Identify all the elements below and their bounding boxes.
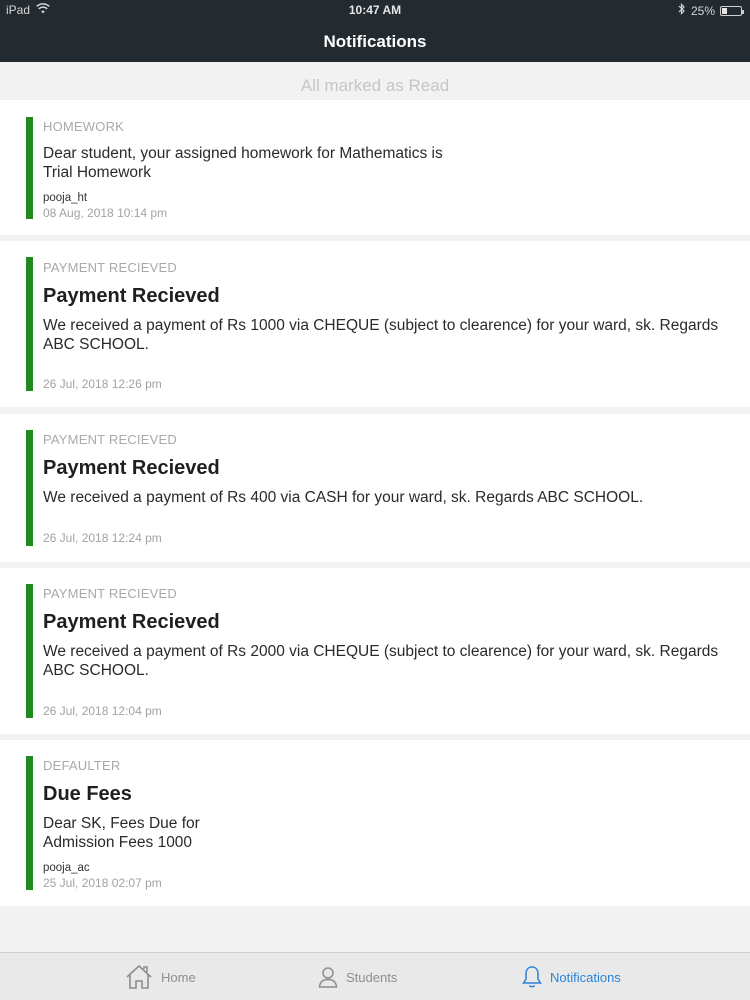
status-right: 25% xyxy=(678,3,744,18)
battery-percent: 25% xyxy=(690,3,715,18)
notification-title: Payment Recieved xyxy=(43,285,220,307)
notification-date: 26 Jul, 2018 12:24 pm xyxy=(43,531,162,545)
status-indicator-bar xyxy=(26,117,33,219)
battery-icon xyxy=(720,5,744,16)
body-line: We received a payment of Rs 2000 via CHE… xyxy=(43,643,719,660)
home-icon xyxy=(125,964,153,990)
notification-category: PAYMENT RECIEVED xyxy=(43,432,177,447)
bluetooth-icon xyxy=(678,3,686,18)
tab-label: Notifications xyxy=(550,969,621,985)
notification-category: HOMEWORK xyxy=(43,119,125,134)
battery-fill xyxy=(722,7,727,14)
body-line: Trial Homework xyxy=(43,163,151,181)
notification-date: 25 Jul, 2018 02:07 pm xyxy=(43,876,162,890)
bell-icon xyxy=(522,965,542,989)
body-line: ABC SCHOOL. xyxy=(43,661,149,679)
notification-user: pooja_ac xyxy=(43,862,90,874)
body-line: Dear student, your assigned homework for… xyxy=(43,145,443,162)
notification-card[interactable]: DEFAULTER Due Fees Dear SK, Fees Due for… xyxy=(0,740,750,906)
notification-title: Due Fees xyxy=(43,783,132,805)
notification-category: DEFAULTER xyxy=(43,758,121,773)
body-line: Dear SK, Fees Due for xyxy=(43,815,200,832)
tab-bar: Home Students Notifications xyxy=(0,952,750,1000)
notification-body: We received a payment of Rs 2000 via CHE… xyxy=(43,643,732,680)
marked-as-read-text[interactable]: All marked as Read xyxy=(0,76,750,96)
notification-title: Payment Recieved xyxy=(43,611,220,633)
body-line: ABC SCHOOL. xyxy=(43,335,149,353)
status-time: 10:47 AM xyxy=(348,3,402,17)
notification-date: 26 Jul, 2018 12:04 pm xyxy=(43,704,162,718)
status-bar: iPad 10:47 AM 25% xyxy=(0,0,750,20)
tab-home[interactable]: Home xyxy=(125,953,196,1000)
notification-title: Payment Recieved xyxy=(43,457,220,479)
notification-card[interactable]: PAYMENT RECIEVED Payment Recieved We rec… xyxy=(0,414,750,562)
status-indicator-bar xyxy=(26,257,33,391)
body-line: We received a payment of Rs 400 via CASH… xyxy=(43,489,644,506)
notification-user: pooja_ht xyxy=(43,192,88,204)
notification-category: PAYMENT RECIEVED xyxy=(43,586,177,601)
notification-date: 26 Jul, 2018 12:26 pm xyxy=(43,377,162,391)
tab-notifications[interactable]: Notifications xyxy=(522,953,621,1000)
body-line: We received a payment of Rs 1000 via CHE… xyxy=(43,317,719,334)
status-indicator-bar xyxy=(26,584,33,718)
body-line: Admission Fees 1000 xyxy=(43,833,193,851)
notification-body: We received a payment of Rs 1000 via CHE… xyxy=(43,317,732,354)
status-indicator-bar xyxy=(26,430,33,546)
top-bar: iPad 10:47 AM 25% Notifications xyxy=(0,0,750,62)
notification-body: Dear student, your assigned homework for… xyxy=(43,145,732,182)
tab-label: Students xyxy=(346,969,398,985)
tab-label: Home xyxy=(161,969,196,985)
person-icon xyxy=(318,966,338,988)
status-indicator-bar xyxy=(26,756,33,890)
notification-body: We received a payment of Rs 400 via CASH… xyxy=(43,489,732,508)
notification-category: PAYMENT RECIEVED xyxy=(43,260,177,275)
notification-card[interactable]: PAYMENT RECIEVED Payment Recieved We rec… xyxy=(0,241,750,407)
page-title: Notifications xyxy=(323,32,427,51)
notification-date: 08 Aug, 2018 10:14 pm xyxy=(43,206,168,220)
notification-card[interactable]: HOMEWORK Dear student, your assigned hom… xyxy=(0,100,750,235)
notification-body: Dear SK, Fees Due for Admission Fees 100… xyxy=(43,815,732,852)
notification-card[interactable]: PAYMENT RECIEVED Payment Recieved We rec… xyxy=(0,568,750,734)
tab-students[interactable]: Students xyxy=(318,953,397,1000)
